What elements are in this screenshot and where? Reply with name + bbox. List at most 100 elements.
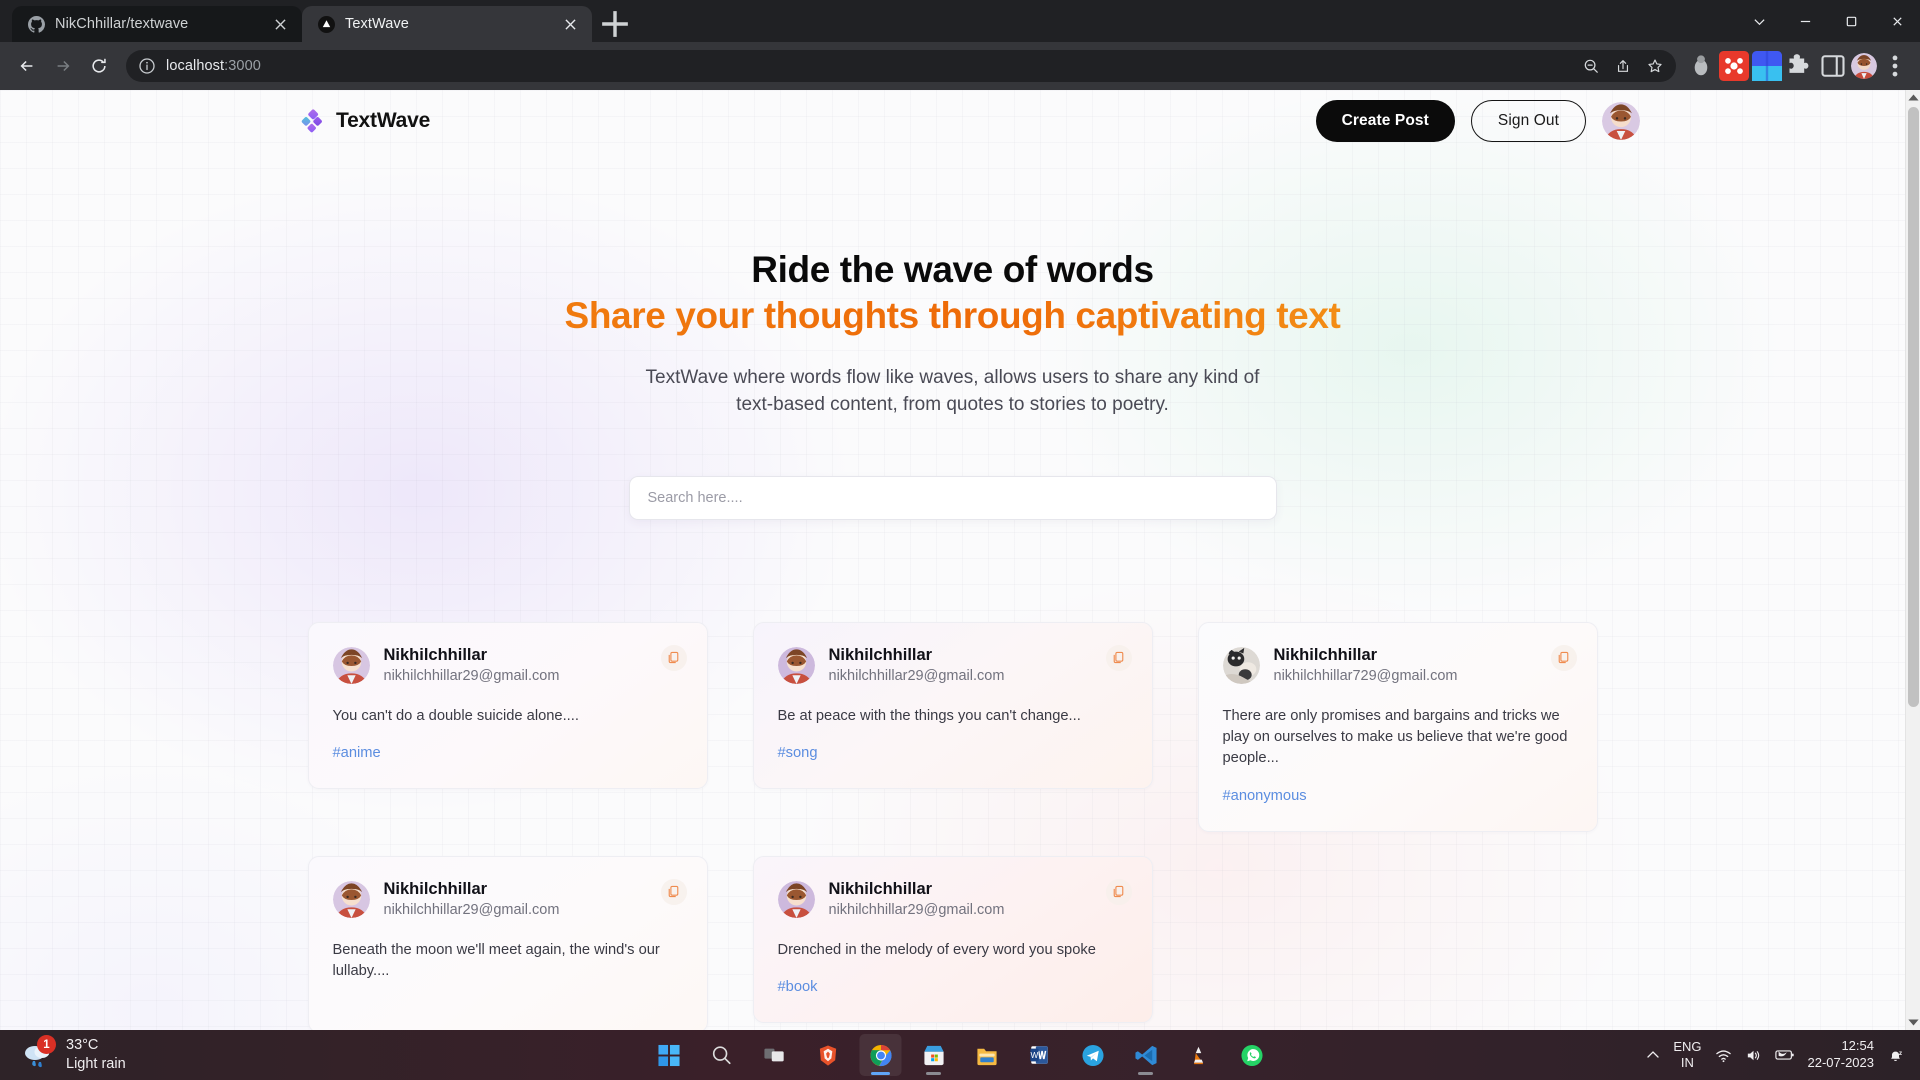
post-identity: Nikhilchhillar nikhilchhillar29@gmail.co… [384, 879, 560, 921]
post-card[interactable]: Nikhilchhillar nikhilchhillar729@gmail.c… [1197, 621, 1598, 832]
notification-bell-icon[interactable]: z [1887, 1047, 1904, 1064]
telegram-icon[interactable] [1072, 1034, 1114, 1076]
post-card[interactable]: Nikhilchhillar nikhilchhillar29@gmail.co… [752, 621, 1153, 790]
whatsapp-icon[interactable] [1231, 1034, 1273, 1076]
hero-subtitle: Share your thoughts through captivating … [0, 293, 1905, 338]
post-author-name: Nikhilchhillar [383, 645, 488, 664]
bug-icon[interactable] [1686, 51, 1716, 81]
anime-boy-avatar [777, 881, 815, 919]
post-author-name: Nikhilchhillar [828, 645, 933, 664]
scroll-up-icon[interactable] [1906, 90, 1920, 105]
copy-icon[interactable] [1105, 644, 1132, 671]
battery-icon[interactable] [1774, 1048, 1795, 1062]
scroll-down-icon[interactable] [1906, 1015, 1920, 1030]
github-icon [28, 15, 45, 33]
brand-name: TextWave [336, 109, 431, 132]
browser-tab-github[interactable]: NikChhillar/textwave [12, 6, 302, 42]
post-tag[interactable]: #song [778, 745, 818, 761]
zoom-out-icon[interactable] [1576, 51, 1606, 81]
show-hidden-icons-icon[interactable] [1646, 1048, 1660, 1062]
post-card[interactable]: Nikhilchhillar nikhilchhillar29@gmail.co… [752, 855, 1153, 1024]
bookmark-star-icon[interactable] [1640, 51, 1670, 81]
task-view-icon[interactable] [754, 1034, 796, 1076]
start-windows-icon[interactable] [648, 1034, 690, 1076]
svg-text:z: z [1899, 1049, 1903, 1056]
page-scrollbar[interactable] [1905, 90, 1920, 1030]
post-tag[interactable]: #anime [333, 745, 381, 761]
hero-title: Ride the wave of words [751, 249, 1154, 290]
vs-code-icon[interactable] [1125, 1034, 1167, 1076]
file-explorer-icon[interactable] [966, 1034, 1008, 1076]
weather-widget[interactable]: 1 33°C Light rain [0, 1035, 330, 1074]
wifi-icon[interactable] [1715, 1047, 1732, 1064]
post-card[interactable]: Nikhilchhillar nikhilchhillar29@gmail.co… [307, 855, 708, 1030]
cat-photo-avatar [1222, 647, 1260, 685]
search-input[interactable] [628, 475, 1277, 520]
post-body: You can't do a double suicide alone.... [332, 707, 579, 724]
browser-tab-textwave[interactable]: TextWave [302, 6, 592, 42]
forward-icon[interactable] [46, 49, 80, 83]
post-author-name: Nikhilchhillar [1273, 645, 1378, 664]
microsoft-word-icon[interactable]: W [1019, 1034, 1061, 1076]
create-post-button[interactable]: Create Post [1315, 100, 1455, 142]
copy-icon[interactable] [660, 878, 687, 905]
url-text: localhost:3000 [166, 58, 261, 74]
post-author-email: nikhilchhillar29@gmail.com [383, 902, 560, 919]
brave-browser-icon[interactable] [807, 1034, 849, 1076]
google-chrome-icon[interactable] [859, 1034, 902, 1076]
post-identity: Nikhilchhillar nikhilchhillar29@gmail.co… [829, 879, 1005, 921]
brand[interactable]: TextWave [300, 109, 430, 134]
back-icon[interactable] [10, 49, 44, 83]
close-icon[interactable] [270, 14, 290, 34]
share-icon[interactable] [1608, 51, 1638, 81]
user-avatar[interactable] [1602, 102, 1640, 140]
reload-icon[interactable] [82, 49, 116, 83]
post-author-email: nikhilchhillar29@gmail.com [828, 668, 1005, 685]
browser-window: NikChhillar/textwave TextWave localhost:… [0, 0, 1920, 1030]
language-line2: IN [1680, 1055, 1694, 1070]
profile-avatar[interactable] [1851, 53, 1877, 79]
posts-grid: Nikhilchhillar nikhilchhillar29@gmail.co… [0, 621, 1905, 1030]
puzzle-icon[interactable] [1785, 51, 1815, 81]
sign-out-button[interactable]: Sign Out [1470, 100, 1586, 142]
clock-date: 22-07-2023 [1807, 1055, 1875, 1070]
copy-icon[interactable] [660, 644, 687, 671]
microsoft-store-icon[interactable] [913, 1034, 955, 1076]
language-indicator[interactable]: ENG IN [1673, 1039, 1701, 1072]
copy-icon[interactable] [1550, 644, 1577, 671]
search-section [0, 475, 1905, 520]
post-body: There are only promises and bargains and… [1222, 707, 1568, 767]
hero-description-line1: TextWave where words flow like waves, al… [645, 367, 1260, 389]
scrollbar-thumb[interactable] [1908, 107, 1919, 707]
site-header: TextWave Create Post Sign Out [0, 90, 1905, 152]
tab-title: TextWave [345, 16, 409, 32]
extension-red-icon[interactable] [1719, 51, 1749, 81]
post-header: Nikhilchhillar nikhilchhillar729@gmail.c… [1222, 645, 1573, 687]
copy-icon[interactable] [1105, 878, 1132, 905]
vlc-media-player-icon[interactable] [1178, 1034, 1220, 1076]
maximize-icon[interactable] [1828, 0, 1874, 42]
search-icon[interactable] [701, 1034, 743, 1076]
weather-badge: 1 [37, 1035, 56, 1054]
weather-text: 33°C Light rain [66, 1036, 126, 1074]
running-indicator [871, 1072, 890, 1075]
extension-blue-icon[interactable] [1752, 51, 1782, 81]
post-card[interactable]: Nikhilchhillar nikhilchhillar29@gmail.co… [307, 621, 708, 790]
site-info-icon[interactable] [138, 57, 156, 75]
new-tab-button[interactable] [600, 9, 630, 39]
volume-icon[interactable] [1745, 1047, 1762, 1064]
clock-widget[interactable]: 12:54 22-07-2023 [1808, 1038, 1875, 1072]
minimize-to-tray-icon[interactable] [1736, 0, 1782, 42]
post-tag[interactable]: #anonymous [1223, 788, 1307, 804]
clock-time: 12:54 [1841, 1038, 1874, 1054]
post-tag[interactable]: #book [778, 979, 818, 995]
svg-text:W: W [1031, 1051, 1039, 1060]
post-body: Drenched in the melody of every word you… [777, 941, 1096, 958]
address-bar[interactable]: localhost:3000 [126, 50, 1676, 82]
windows-taskbar: 1 33°C Light rain W ENG IN 12:54 22-07-2… [0, 1030, 1920, 1080]
three-dot-menu-icon[interactable] [1880, 51, 1910, 81]
minimize-icon[interactable] [1782, 0, 1828, 42]
close-icon[interactable] [1874, 0, 1920, 42]
close-icon[interactable] [560, 14, 580, 34]
sidepanel-icon[interactable] [1818, 51, 1848, 81]
